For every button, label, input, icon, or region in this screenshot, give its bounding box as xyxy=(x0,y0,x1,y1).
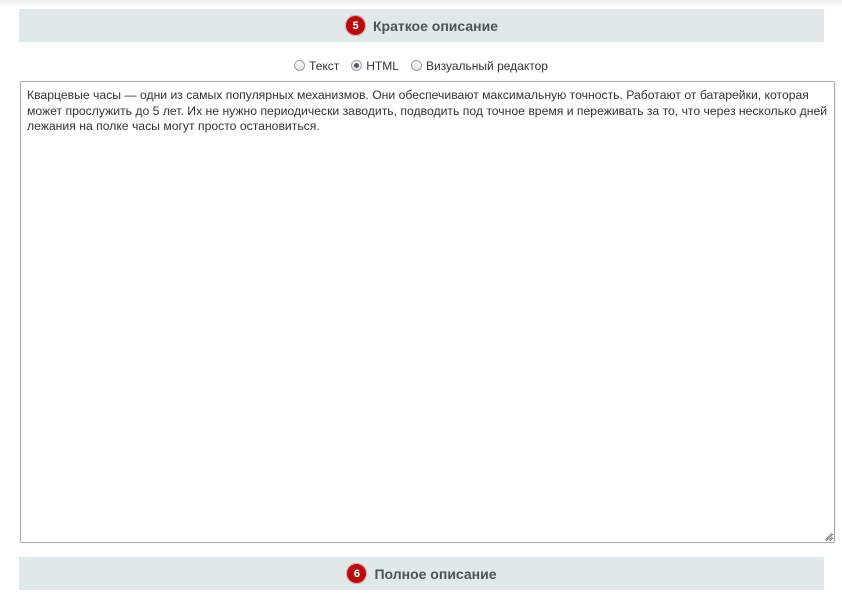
mode-label-html: HTML xyxy=(366,59,399,73)
top-shadow xyxy=(0,0,842,8)
mode-option-html[interactable]: HTML xyxy=(351,59,399,73)
editor-mode-switch: Текст HTML Визуальный редактор xyxy=(0,59,842,73)
radio-text[interactable] xyxy=(294,59,306,71)
radio-html[interactable] xyxy=(351,59,363,71)
radio-visual-editor[interactable] xyxy=(410,59,422,71)
section-title-short-description: Краткое описание xyxy=(373,17,498,34)
step-badge-6: 6 xyxy=(346,563,368,584)
mode-option-visual-editor[interactable]: Визуальный редактор xyxy=(410,59,548,73)
section-header-full-description[interactable]: 6 Полное описание xyxy=(19,557,824,590)
mode-option-text[interactable]: Текст xyxy=(294,59,339,73)
short-description-textarea[interactable]: Кварцевые часы — одни из самых популярны… xyxy=(20,81,835,543)
resize-grip-icon[interactable] xyxy=(823,531,833,541)
mode-label-text: Текст xyxy=(309,59,340,73)
mode-label-visual-editor: Визуальный редактор xyxy=(425,59,548,73)
step-badge-5: 5 xyxy=(345,15,366,36)
section-header-short-description[interactable]: 5 Краткое описание xyxy=(19,9,824,42)
section-title-full-description: Полное описание xyxy=(374,565,497,582)
